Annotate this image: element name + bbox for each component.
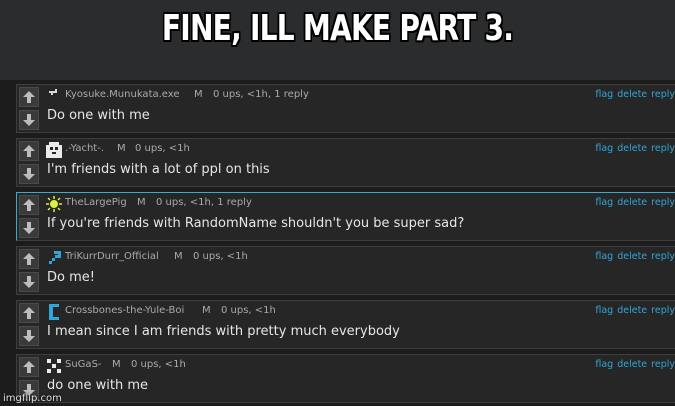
username-link[interactable]: .-Yacht-. xyxy=(65,143,104,154)
mod-badge: M xyxy=(174,251,183,262)
comment: .-Yacht-. M 0 ups, <1h flag delete reply I… xyxy=(16,138,675,187)
comment-actions: flag delete reply xyxy=(591,305,675,316)
comment-stats: 0 ups, <1h, 1 reply xyxy=(156,197,252,208)
downvote-button[interactable] xyxy=(19,218,39,238)
pixel-cat-icon[interactable] xyxy=(46,142,62,158)
comment-body: do one with me xyxy=(47,378,149,393)
comment-stats: 0 ups, <1h xyxy=(135,143,190,154)
vote-controls xyxy=(17,85,41,132)
comment-body: If you're friends with RandomName should… xyxy=(47,216,465,231)
reply-link[interactable]: reply xyxy=(651,251,675,262)
blue-c-icon[interactable] xyxy=(46,304,62,320)
delete-link[interactable]: delete xyxy=(617,305,647,316)
flag-link[interactable]: flag xyxy=(595,197,613,208)
comment-thread: Kyosuke.Munukata.exe M 0 ups, <1h, 1 rep… xyxy=(0,80,675,406)
comment-body: Do one with me xyxy=(47,108,150,123)
delete-link[interactable]: delete xyxy=(617,251,647,262)
arrow-up-icon xyxy=(23,145,35,157)
username-link[interactable]: SuGaS- xyxy=(65,359,102,370)
upvote-button[interactable] xyxy=(19,357,39,377)
vote-controls xyxy=(17,193,41,240)
flag-link[interactable]: flag xyxy=(595,89,613,100)
downvote-button[interactable] xyxy=(19,326,39,346)
mod-badge: M xyxy=(117,143,126,154)
flag-link[interactable]: flag xyxy=(595,359,613,370)
flag-link[interactable]: flag xyxy=(595,251,613,262)
meme-banner: FINE, ILL MAKE PART 3. xyxy=(0,0,675,80)
pixel-arrow-icon[interactable] xyxy=(46,88,62,104)
mod-badge: M xyxy=(202,305,211,316)
upvote-button[interactable] xyxy=(19,195,39,215)
flag-link[interactable]: flag xyxy=(595,305,613,316)
vote-controls xyxy=(17,247,41,294)
comment-stats: 0 ups, <1h xyxy=(221,305,276,316)
username-link[interactable]: Crossbones-the-Yule-Boi xyxy=(65,305,184,316)
upvote-button[interactable] xyxy=(19,141,39,161)
arrow-up-icon xyxy=(23,253,35,265)
arrow-down-icon xyxy=(23,222,35,234)
comment-actions: flag delete reply xyxy=(591,89,675,100)
reply-link[interactable]: reply xyxy=(651,305,675,316)
blue-arrow-icon[interactable] xyxy=(46,250,62,266)
mod-badge: M xyxy=(194,89,203,100)
reply-link[interactable]: reply xyxy=(651,197,675,208)
arrow-up-icon xyxy=(23,91,35,103)
comment: TheLargePig M 0 ups, <1h, 1 reply flag de… xyxy=(16,192,675,241)
comment-stats: 0 ups, <1h, 1 reply xyxy=(213,89,309,100)
delete-link[interactable]: delete xyxy=(617,89,647,100)
username-link[interactable]: TheLargePig xyxy=(65,197,127,208)
downvote-button[interactable] xyxy=(19,110,39,130)
comment-actions: flag delete reply xyxy=(591,143,675,154)
meme-caption: FINE, ILL MAKE PART 3. xyxy=(161,8,514,49)
imgflip-watermark: imgflip.com xyxy=(3,393,62,404)
comment-actions: flag delete reply xyxy=(591,251,675,262)
arrow-up-icon xyxy=(23,199,35,211)
comment: Crossbones-the-Yule-Boi M 0 ups, <1h fla… xyxy=(16,300,675,349)
username-link[interactable]: TriKurrDurr_Official xyxy=(65,251,159,262)
downvote-button[interactable] xyxy=(19,272,39,292)
downvote-button[interactable] xyxy=(19,164,39,184)
mod-badge: M xyxy=(112,359,121,370)
flag-link[interactable]: flag xyxy=(595,143,613,154)
pixel-x-icon[interactable] xyxy=(46,358,62,374)
reply-link[interactable]: reply xyxy=(651,143,675,154)
sun-icon[interactable] xyxy=(46,196,62,212)
upvote-button[interactable] xyxy=(19,249,39,269)
comment-body: I mean since I am friends with pretty mu… xyxy=(47,324,400,339)
comment-body: I'm friends with a lot of ppl on this xyxy=(47,162,270,177)
comment-actions: flag delete reply xyxy=(591,197,675,208)
vote-controls xyxy=(17,301,41,348)
vote-controls xyxy=(17,139,41,186)
reply-link[interactable]: reply xyxy=(651,89,675,100)
delete-link[interactable]: delete xyxy=(617,197,647,208)
upvote-button[interactable] xyxy=(19,303,39,323)
comment-body: Do me! xyxy=(47,270,95,285)
arrow-down-icon xyxy=(23,276,35,288)
upvote-button[interactable] xyxy=(19,87,39,107)
comment-actions: flag delete reply xyxy=(591,359,675,370)
arrow-down-icon xyxy=(23,330,35,342)
arrow-up-icon xyxy=(23,307,35,319)
username-link[interactable]: Kyosuke.Munukata.exe xyxy=(65,89,180,100)
arrow-down-icon xyxy=(23,168,35,180)
comment-stats: 0 ups, <1h xyxy=(193,251,248,262)
comment: TriKurrDurr_Official M 0 ups, <1h flag de… xyxy=(16,246,675,295)
reply-link[interactable]: reply xyxy=(651,359,675,370)
delete-link[interactable]: delete xyxy=(617,359,647,370)
comment-stats: 0 ups, <1h xyxy=(131,359,186,370)
delete-link[interactable]: delete xyxy=(617,143,647,154)
arrow-down-icon xyxy=(23,114,35,126)
mod-badge: M xyxy=(137,197,146,208)
comment: Kyosuke.Munukata.exe M 0 ups, <1h, 1 rep… xyxy=(16,84,675,133)
comment: SuGaS- M 0 ups, <1h flag delete reply do o… xyxy=(16,354,675,403)
arrow-up-icon xyxy=(23,361,35,373)
